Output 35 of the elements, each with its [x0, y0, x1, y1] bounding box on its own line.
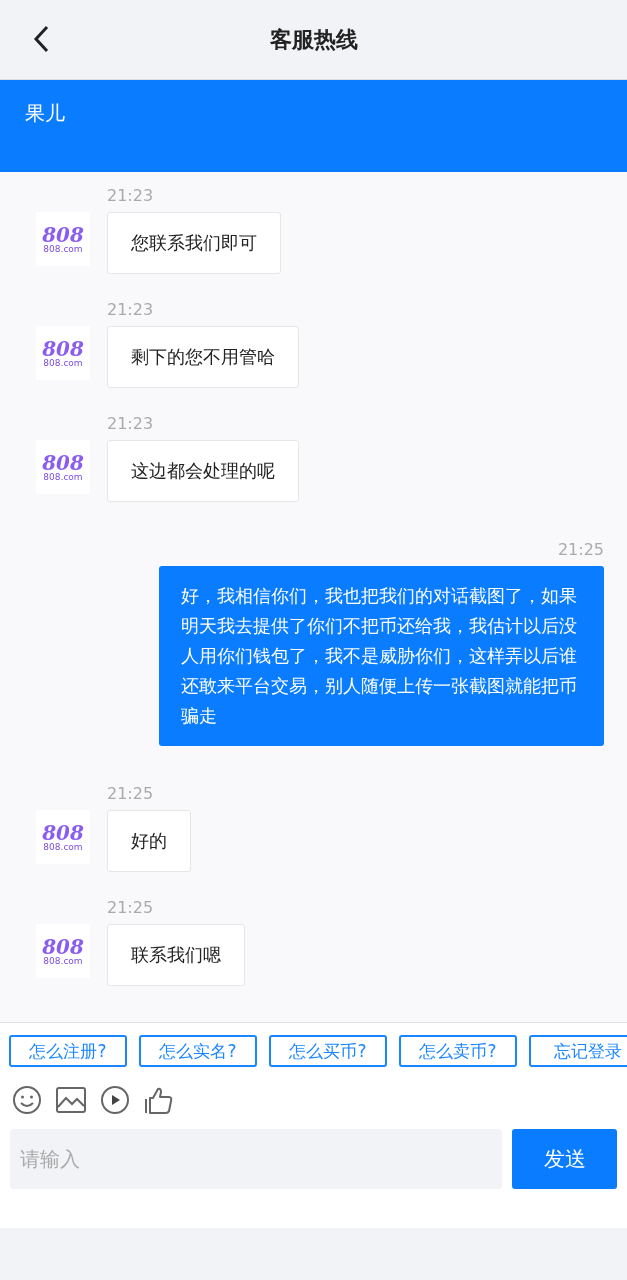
quick-reply-chip[interactable]: 忘记登录 [529, 1035, 627, 1067]
message-bubble: 这边都会处理的呢 [107, 440, 299, 502]
message-bubble: 好的 [107, 810, 191, 872]
send-button[interactable]: 发送 [512, 1129, 617, 1189]
avatar-logo-text: 808 [42, 452, 84, 473]
avatar-logo-text: 808 [42, 936, 84, 957]
message-time: 21:25 [557, 540, 604, 560]
play-icon[interactable] [100, 1085, 130, 1115]
avatar-site-text: 808.com [43, 358, 83, 368]
quick-reply-chip[interactable]: 怎么注册? [9, 1035, 127, 1067]
avatar-site-text: 808.com [43, 472, 83, 482]
message-time: 21:23 [107, 186, 155, 206]
avatar-site-text: 808.com [43, 956, 83, 966]
message-time: 21:25 [107, 784, 155, 804]
image-icon[interactable] [56, 1087, 86, 1113]
emoji-icon[interactable] [12, 1085, 42, 1115]
avatar-logo-text: 808 [42, 338, 84, 359]
avatar-logo-text: 808 [42, 224, 84, 245]
message-time: 21:23 [107, 414, 155, 434]
message-bubble: 您联系我们即可 [107, 212, 281, 274]
message-time: 21:23 [107, 300, 155, 320]
page-title: 客服热线 [269, 25, 358, 54]
thumbs-up-icon[interactable] [144, 1085, 174, 1115]
quick-reply-chip[interactable]: 怎么买币? [269, 1035, 387, 1067]
message-bubble: 联系我们嗯 [107, 924, 245, 986]
message-bubble: 剩下的您不用管哈 [107, 326, 299, 388]
message-input[interactable]: 请输入 [10, 1129, 502, 1189]
message-time: 21:25 [107, 898, 155, 918]
contact-name: 果儿 [25, 101, 65, 125]
quick-reply-chip[interactable]: 怎么卖币? [399, 1035, 517, 1067]
message-bubble: 好，我相信你们，我也把我们的对话截图了，如果明天我去提供了你们不把币还给我，我估计以后没人用你们钱包了，我不是威胁你们，这样弄以后谁还敢来平台交易，别人随便上传一张截图就能把币骗走 [159, 566, 604, 746]
quick-reply-chip[interactable]: 怎么实名? [139, 1035, 257, 1067]
avatar-site-text: 808.com [43, 244, 83, 254]
avatar-site-text: 808.com [43, 842, 83, 852]
avatar-logo-text: 808 [42, 822, 84, 843]
